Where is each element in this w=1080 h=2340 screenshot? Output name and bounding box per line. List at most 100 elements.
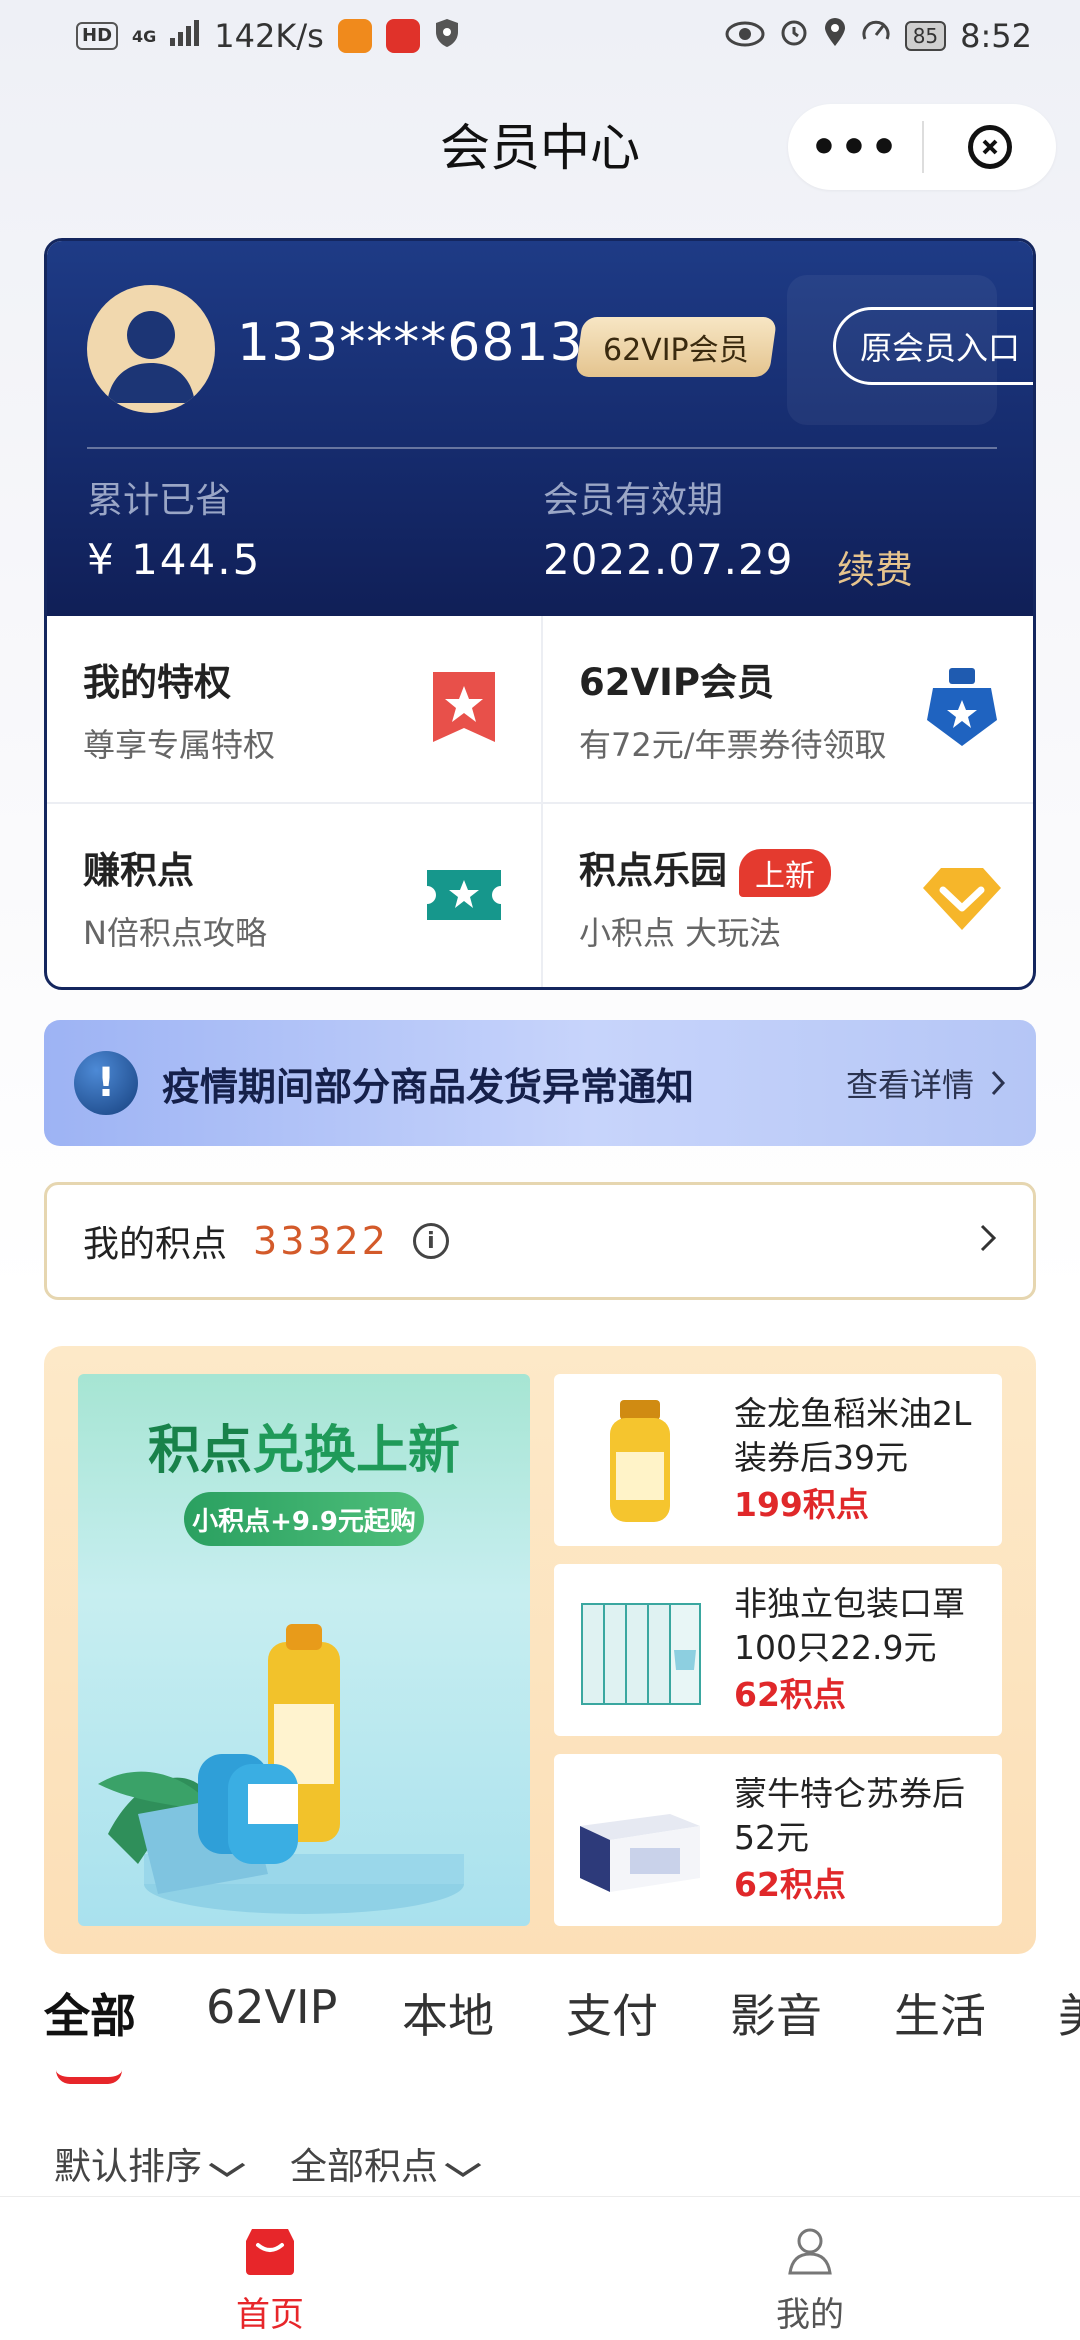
grid-item-subtitle: 小积点 大玩法 bbox=[579, 914, 782, 952]
expiry-value: 2022.07.29 bbox=[543, 535, 794, 584]
grid-item-earn-points[interactable]: 赚积点 N倍积点攻略 bbox=[47, 804, 543, 987]
banner-title: 积点兑换上新 bbox=[78, 1408, 530, 1483]
grid-item-points-park[interactable]: 积点乐园 上新 小积点 大玩法 bbox=[543, 804, 1033, 987]
medal-star-icon bbox=[927, 668, 997, 746]
eye-icon bbox=[725, 17, 765, 55]
bottom-navigation: 首页 我的 bbox=[0, 2196, 1080, 2340]
filter-bar: 默认排序 全部积点 bbox=[54, 2136, 482, 2190]
hd-badge: HD bbox=[76, 22, 119, 50]
page-header: 会员中心 ••• bbox=[0, 84, 1080, 204]
chevron-down-icon bbox=[206, 2156, 248, 2186]
home-icon bbox=[246, 2229, 294, 2275]
diamond-icon bbox=[923, 868, 1001, 930]
exclamation-icon: ! bbox=[74, 1051, 138, 1115]
bookmark-star-icon bbox=[433, 672, 495, 742]
rice-oil-bottle-image bbox=[610, 1400, 670, 1522]
chevron-right-icon bbox=[979, 1221, 997, 1262]
member-card: 133****6813 62VIP会员 原会员入口 累计已省 ¥ 144.5 会… bbox=[44, 238, 1036, 990]
signal-icon bbox=[170, 20, 200, 52]
old-member-entry-button[interactable]: 原会员入口 bbox=[833, 307, 1033, 385]
speed-icon bbox=[861, 17, 891, 55]
page-title: 会员中心 bbox=[440, 119, 640, 177]
banner-title-part: 兑换上新 bbox=[252, 1421, 461, 1481]
points-label: 我的积点 bbox=[83, 1224, 228, 1265]
grid-item-title: 赚积点 bbox=[83, 849, 194, 892]
expiry-label: 会员有效期 bbox=[543, 480, 724, 521]
nav-mine[interactable]: 我的 bbox=[540, 2197, 1080, 2340]
clock: 8:52 bbox=[960, 17, 1032, 55]
avatar[interactable] bbox=[87, 285, 215, 413]
product-name: 非独立包装口罩100只22.9元 bbox=[734, 1584, 965, 1667]
saved-label: 累计已省 bbox=[87, 480, 232, 521]
tab-beauty[interactable]: 美 bbox=[1058, 1980, 1080, 2046]
product-name: 金龙鱼稻米油2L装券后39元 bbox=[734, 1394, 972, 1477]
grid-item-privileges[interactable]: 我的特权 尊享专属特权 bbox=[47, 616, 543, 804]
grid-item-subtitle: 有72元/年票券待领取 bbox=[579, 726, 887, 764]
location-icon bbox=[823, 17, 847, 55]
my-points-bar[interactable]: 我的积点 33322 i bbox=[44, 1182, 1036, 1300]
close-button[interactable] bbox=[924, 125, 1056, 169]
exchange-banner[interactable]: 积点兑换上新 小积点+9.9元起购 bbox=[78, 1374, 530, 1926]
banner-pill: 小积点+9.9元起购 bbox=[184, 1492, 424, 1546]
tab-payment[interactable]: 支付 bbox=[566, 1980, 658, 2046]
tab-all[interactable]: 全部 bbox=[44, 1980, 136, 2046]
renew-link[interactable]: 续费 bbox=[837, 539, 913, 594]
alarm-icon bbox=[779, 17, 809, 55]
grid-item-title: 62VIP会员 bbox=[579, 661, 775, 704]
points-filter-dropdown[interactable]: 全部积点 bbox=[290, 2136, 482, 2190]
tab-media[interactable]: 影音 bbox=[730, 1980, 822, 2046]
vip-badge: 62VIP会员 bbox=[574, 317, 777, 377]
app-notification-icon bbox=[337, 19, 372, 53]
grid-item-62vip[interactable]: 62VIP会员 有72元/年票券待领取 bbox=[543, 616, 1033, 804]
saved-value: ¥ 144.5 bbox=[87, 535, 262, 584]
tab-life[interactable]: 生活 bbox=[894, 1980, 986, 2046]
notice-banner[interactable]: ! 疫情期间部分商品发货异常通知 查看详情 bbox=[44, 1020, 1036, 1146]
grid-item-subtitle: 尊享专属特权 bbox=[83, 726, 276, 764]
nav-mine-label: 我的 bbox=[776, 2295, 844, 2335]
points-value: 33322 bbox=[253, 1219, 389, 1263]
grid-item-title: 积点乐园 上新 bbox=[579, 840, 831, 897]
battery-indicator: 85 bbox=[904, 21, 947, 51]
info-icon[interactable]: i bbox=[412, 1223, 449, 1259]
grid-item-title: 我的特权 bbox=[83, 661, 231, 704]
product-points: 199积点 bbox=[734, 1485, 869, 1524]
banner-title-part: 积点 bbox=[147, 1421, 252, 1481]
product-card[interactable]: 蒙牛特仑苏券后52元 62积点 bbox=[554, 1754, 1002, 1926]
sort-dropdown[interactable]: 默认排序 bbox=[54, 2136, 246, 2190]
miniprogram-capsule: ••• bbox=[788, 104, 1056, 190]
member-card-header: 133****6813 62VIP会员 原会员入口 累计已省 ¥ 144.5 会… bbox=[47, 241, 1033, 616]
user-icon bbox=[788, 2228, 832, 2275]
banner-product-illustration bbox=[98, 1624, 464, 1914]
network-speed: 142K/s bbox=[214, 17, 324, 55]
product-card[interactable]: 金龙鱼稻米油2L装券后39元 199积点 bbox=[554, 1374, 1002, 1546]
grid-item-title-text: 积点乐园 bbox=[579, 849, 727, 892]
view-details-link[interactable]: 查看详情 bbox=[846, 1060, 1006, 1106]
product-name: 蒙牛特仑苏券后52元 bbox=[734, 1774, 965, 1857]
view-details-label: 查看详情 bbox=[845, 1066, 974, 1104]
notice-text: 疫情期间部分商品发货异常通知 bbox=[162, 1064, 695, 1109]
member-phone: 133****6813 bbox=[237, 313, 584, 373]
status-bar: HD 4G 142K/s 85 8:52 bbox=[0, 0, 1080, 72]
points-exchange-section: 积点兑换上新 小积点+9.9元起购 金龙鱼稻米油2L装券后39元 199积点 非… bbox=[44, 1346, 1036, 1954]
ticket-star-icon bbox=[427, 870, 501, 920]
nav-home[interactable]: 首页 bbox=[0, 2197, 540, 2340]
close-circle-icon bbox=[968, 125, 1012, 169]
tab-local[interactable]: 本地 bbox=[402, 1980, 494, 2046]
category-tabs: 全部 62VIP 本地 支付 影音 生活 美 bbox=[0, 1980, 1080, 2110]
new-tag: 上新 bbox=[739, 848, 831, 897]
active-tab-indicator bbox=[56, 2070, 122, 2084]
card-divider bbox=[87, 447, 997, 449]
app-notification-icon bbox=[385, 19, 420, 53]
nav-home-label: 首页 bbox=[236, 2295, 304, 2335]
milk-box-image bbox=[580, 1814, 700, 1892]
vip-badge-label: 62VIP会员 bbox=[603, 333, 749, 368]
member-feature-grid: 我的特权 尊享专属特权 62VIP会员 有72元/年票券待领取 赚积点 N倍积点… bbox=[47, 616, 1033, 987]
product-points: 62积点 bbox=[734, 1675, 846, 1714]
more-button[interactable]: ••• bbox=[788, 122, 922, 173]
chevron-right-icon bbox=[991, 1070, 1006, 1096]
shield-icon bbox=[434, 18, 460, 54]
tab-62vip[interactable]: 62VIP bbox=[206, 1980, 337, 2034]
points-filter-label: 全部积点 bbox=[290, 2145, 438, 2188]
product-card[interactable]: 非独立包装口罩100只22.9元 62积点 bbox=[554, 1564, 1002, 1736]
product-points: 62积点 bbox=[734, 1865, 846, 1904]
